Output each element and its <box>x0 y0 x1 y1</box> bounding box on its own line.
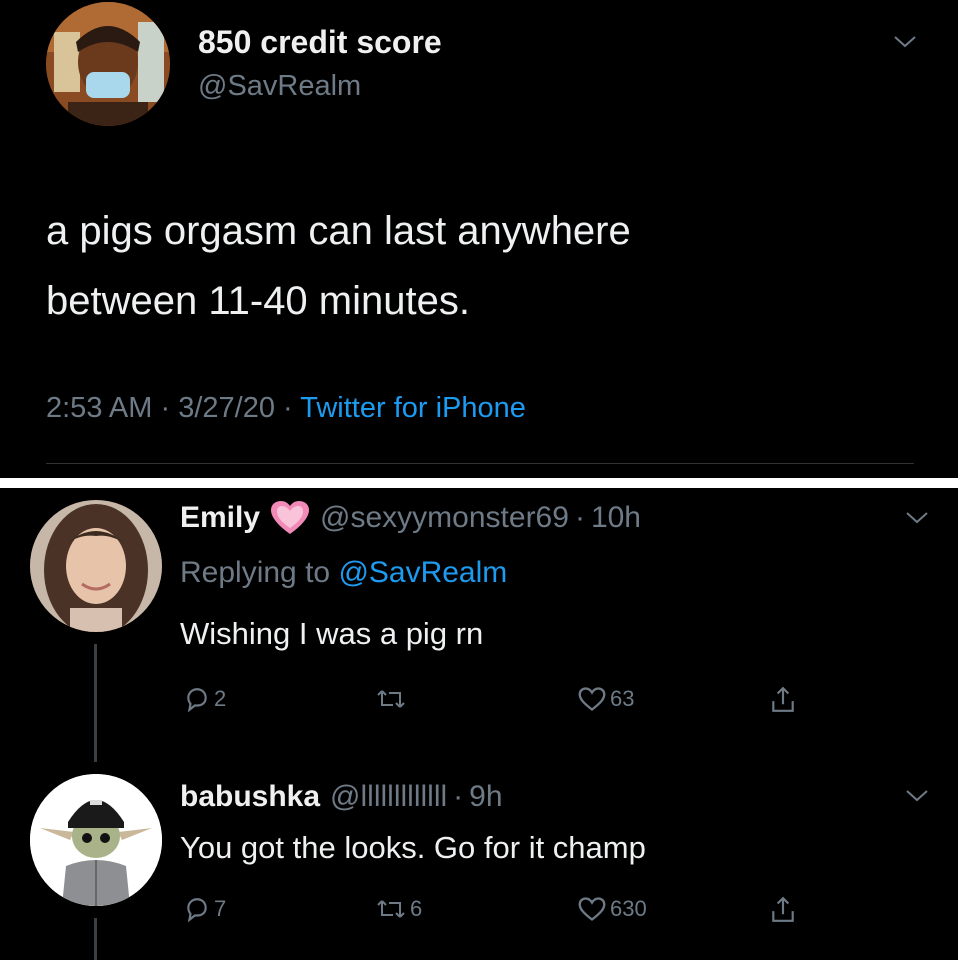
retweet-button[interactable]: 6 <box>376 896 422 922</box>
like-count: 63 <box>610 686 635 711</box>
replying-to: Replying to @SavRealm <box>180 556 507 590</box>
thread-line <box>94 918 97 960</box>
replying-prefix: Replying to <box>180 556 331 589</box>
action-bar: 2 63 <box>180 686 820 718</box>
display-name[interactable]: 850 credit score <box>198 24 442 61</box>
share-button[interactable] <box>770 686 796 714</box>
chevron-down-icon[interactable] <box>893 34 917 50</box>
tweet-text-line: between 11-40 minutes. <box>46 279 470 323</box>
user-handle[interactable]: @sexyymonster69 <box>320 501 569 535</box>
meta-separator: · <box>160 392 171 424</box>
share-button[interactable] <box>770 896 796 924</box>
reply-header: babushka @lllllllllllll · 9h <box>180 780 503 814</box>
reply-count: 7 <box>214 896 227 921</box>
chevron-down-icon[interactable] <box>905 510 929 526</box>
reply-icon <box>187 898 207 922</box>
like-icon <box>578 897 606 921</box>
tweet-date[interactable]: 3/27/20 <box>178 392 275 424</box>
retweet-icon <box>377 690 405 708</box>
share-icon <box>772 686 794 712</box>
like-button[interactable]: 63 <box>578 686 634 712</box>
reply-age[interactable]: 9h <box>469 780 502 814</box>
user-handle[interactable]: @lllllllllllll <box>330 780 447 814</box>
reply-header: Emily @sexyymonster69 · 10h <box>180 500 641 536</box>
reply-text: Wishing I was a pig rn <box>180 616 484 651</box>
avatar[interactable] <box>46 2 170 126</box>
heart-emoji-icon <box>271 501 310 534</box>
display-name[interactable]: babushka <box>180 780 320 814</box>
meta-separator: · <box>453 780 464 813</box>
like-button[interactable]: 630 <box>578 896 647 922</box>
meta-separator: · <box>574 501 585 534</box>
replies-panel: Emily @sexyymonster69 · 10h Replying to … <box>0 488 958 960</box>
share-icon <box>772 896 794 922</box>
reply-icon <box>187 688 207 712</box>
avatar[interactable] <box>30 774 162 906</box>
tweet-text-line: a pigs orgasm can last anywhere <box>46 209 631 253</box>
display-name[interactable]: Emily <box>180 501 260 535</box>
like-count: 630 <box>610 896 647 921</box>
original-tweet: 850 credit score @SavRealm a pigs orgasm… <box>0 0 958 478</box>
retweet-icon <box>377 900 405 918</box>
tweet-source[interactable]: Twitter for iPhone <box>300 392 526 424</box>
reply-text: You got the looks. Go for it champ <box>180 830 646 865</box>
reply-button[interactable]: 7 <box>184 896 226 922</box>
tweet-text: a pigs orgasm can last anywhere between … <box>46 196 631 336</box>
chevron-down-icon[interactable] <box>905 788 929 804</box>
avatar[interactable] <box>30 500 162 632</box>
divider <box>46 463 914 464</box>
user-handle[interactable]: @SavRealm <box>198 70 361 103</box>
thread-line <box>94 644 97 762</box>
tweet-time: 2:53 AM <box>46 392 153 424</box>
replying-to-handle[interactable]: @SavRealm <box>338 556 507 589</box>
reply-count: 2 <box>214 686 227 711</box>
retweet-count: 6 <box>410 896 423 921</box>
reply-age[interactable]: 10h <box>591 501 641 535</box>
retweet-button[interactable] <box>376 686 410 712</box>
screenshot-separator <box>0 478 958 488</box>
like-icon <box>578 687 606 711</box>
meta-separator: · <box>283 392 293 424</box>
action-bar: 7 6 630 <box>180 896 820 928</box>
tweet-meta: 2:53 AM · 3/27/20 · Twitter for iPhone <box>46 392 526 425</box>
reply-button[interactable]: 2 <box>184 686 226 712</box>
